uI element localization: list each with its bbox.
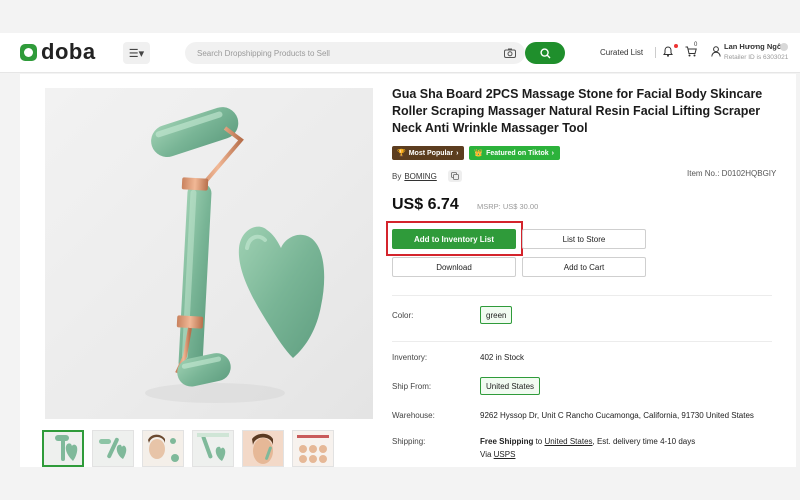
carrier-link[interactable]: USPS [494, 450, 516, 459]
add-to-inventory-button[interactable]: Add to Inventory List [392, 229, 516, 249]
section-divider [392, 341, 772, 342]
brand-line: By BOMING [392, 170, 462, 182]
user-name[interactable]: Lan Hương Ngô [724, 42, 781, 51]
thumbnail-4[interactable] [192, 430, 234, 467]
chat-icon[interactable] [447, 170, 462, 182]
search-icon [539, 47, 550, 58]
cart-count-badge: 0 [694, 42, 698, 48]
section-divider [392, 295, 772, 296]
download-button[interactable]: Download [392, 257, 516, 277]
menu-icon: ☰▾ [128, 47, 145, 60]
product-badges: 🏆 Most Popular › 👑 Featured on Tiktok › [392, 146, 560, 160]
thumbnail-strip [42, 430, 334, 467]
search-input[interactable] [197, 42, 497, 64]
shipping-carrier-line: Via USPS [480, 450, 515, 459]
product-main-image[interactable] [45, 88, 373, 419]
doba-logo[interactable]: doba [20, 41, 96, 63]
logo-text: doba [41, 39, 96, 64]
most-popular-label: Most Popular [408, 149, 454, 157]
list-to-store-button[interactable]: List to Store [522, 229, 646, 249]
thumbnail-1[interactable] [42, 430, 84, 467]
search-bar [185, 42, 525, 64]
ship-from-label: Ship From: [392, 382, 432, 391]
warehouse-value: 9262 Hyssop Dr, Unit C Rancho Cucamonga,… [480, 411, 754, 420]
thumbnail-3[interactable] [142, 430, 184, 467]
color-option-green[interactable]: green [480, 306, 513, 324]
product-detail-panel: Gua Sha Board 2PCS Massage Stone for Fac… [20, 74, 796, 467]
crown-icon: 👑 [474, 150, 484, 157]
brand-link[interactable]: BOMING [404, 172, 436, 181]
inventory-label: Inventory: [392, 353, 428, 362]
inventory-value: 402 in Stock [480, 353, 525, 362]
notification-dot [674, 44, 678, 48]
product-title: Gua Sha Board 2PCS Massage Stone for Fac… [392, 87, 763, 135]
curated-list-link[interactable]: Curated List [600, 48, 643, 57]
color-label: Color: [392, 311, 414, 320]
user-icon[interactable] [711, 46, 721, 57]
shipping-info: Free Shipping to United States, Est. del… [480, 437, 695, 446]
category-menu-button[interactable]: ☰▾ [123, 42, 150, 64]
logo-mark-icon [20, 43, 37, 61]
thumbnail-6[interactable] [292, 430, 334, 467]
avatar[interactable] [780, 43, 788, 51]
msrp-price: MSRP: US$ 30.00 [477, 202, 539, 211]
search-button[interactable] [525, 42, 565, 64]
free-shipping-text: Free Shipping [480, 437, 534, 446]
page-scrollbar[interactable] [796, 74, 800, 467]
chevron-right-icon: › [456, 149, 459, 157]
featured-tiktok-label: Featured on Tiktok [486, 149, 549, 157]
retailer-id: Retailer ID is 6303021 [724, 54, 789, 61]
top-header: doba ☰▾ Curated List 0 Lan Hương Ngô Ret… [0, 33, 800, 73]
thumbnail-2[interactable] [92, 430, 134, 467]
product-price: US$ 6.74 [392, 196, 459, 213]
ship-from-option[interactable]: United States [480, 377, 541, 395]
shipping-estimate: , Est. delivery time 4-10 days [592, 437, 696, 446]
trophy-icon: 🏆 [397, 150, 406, 157]
jade-roller-illustration [145, 107, 325, 403]
chevron-right-icon: › [551, 149, 554, 157]
by-label: By [392, 171, 402, 181]
warehouse-label: Warehouse: [392, 411, 435, 420]
via-text: Via [480, 450, 492, 459]
shipping-destination-link[interactable]: United States [544, 437, 592, 446]
thumbnail-5[interactable] [242, 430, 284, 467]
shipping-to-text: to [535, 437, 543, 446]
bell-icon[interactable] [663, 46, 673, 57]
shipping-label: Shipping: [392, 437, 426, 446]
most-popular-badge[interactable]: 🏆 Most Popular › [392, 146, 465, 160]
item-number: Item No.: D0102HQBGIY [687, 169, 777, 178]
camera-icon[interactable] [504, 48, 516, 58]
featured-tiktok-badge[interactable]: 👑 Featured on Tiktok › [469, 146, 560, 160]
header-divider [655, 47, 656, 58]
add-to-cart-button[interactable]: Add to Cart [522, 257, 646, 277]
